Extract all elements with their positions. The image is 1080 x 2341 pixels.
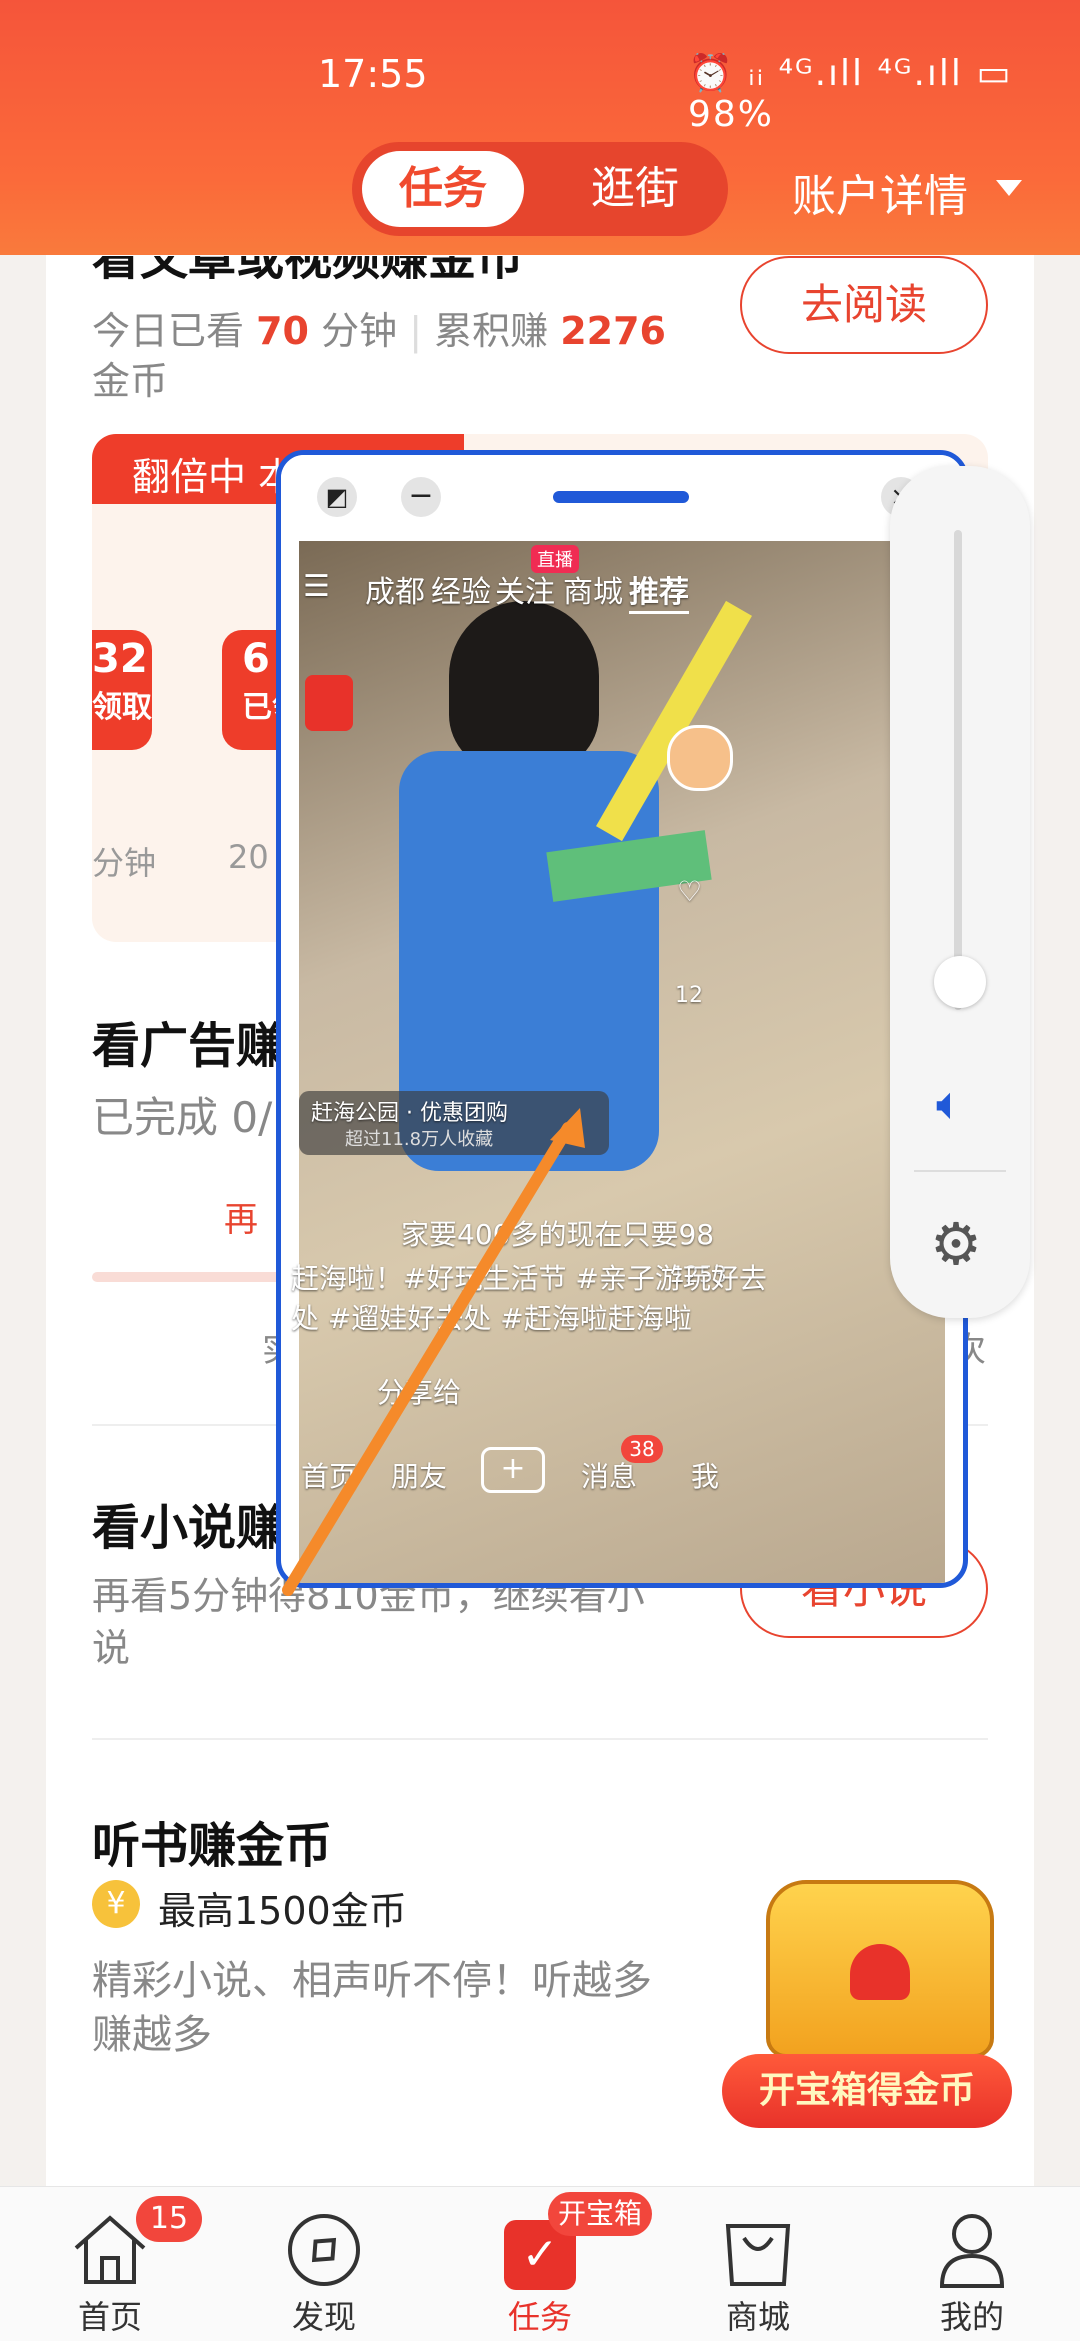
profile-icon[interactable] — [936, 2210, 1008, 2290]
caret-down-icon[interactable] — [996, 180, 1022, 196]
video-tab-follow[interactable]: 关注 — [495, 567, 555, 611]
tab-shopping[interactable]: 逛街 — [560, 151, 710, 227]
tab-task[interactable]: 任务 — [362, 151, 524, 227]
status-indicators: ⏰ ᵢᵢ ⁴ᴳ.ıll ⁴ᴳ.ıll ▭ 98% — [688, 53, 1013, 135]
video-tab-experience[interactable]: 经验 — [431, 567, 491, 611]
open-treasure-button[interactable]: 开宝箱得金币 — [722, 2054, 1012, 2128]
minimize-icon[interactable]: − — [401, 477, 441, 517]
audio-desc: 精彩小说、相声听不停！听越多赚越多 — [92, 1958, 652, 2058]
nav-mall[interactable]: 商城 — [688, 2292, 828, 2338]
treasure-chest-icon[interactable] — [766, 1880, 994, 2058]
video-tab-recommend[interactable]: 推荐 — [629, 567, 689, 614]
volume-slider-thumb[interactable] — [934, 956, 986, 1008]
nav-home[interactable]: 首页 — [40, 2292, 180, 2338]
ads-status: 已完成 0/ — [92, 1093, 273, 1142]
reward-step-2-time: 20 — [228, 838, 269, 876]
divider — [92, 1738, 988, 1740]
shopping-bag-icon[interactable] — [722, 2212, 794, 2288]
like-count: 12 — [675, 983, 703, 1008]
like-icon[interactable]: ♡ — [677, 875, 702, 908]
ads-title: 看广告赚 — [92, 1018, 285, 1074]
drag-handle[interactable] — [553, 491, 689, 503]
menu-icon[interactable]: ☰ — [303, 569, 330, 604]
settings-gear-icon[interactable]: ⚙ — [930, 1210, 982, 1278]
arrow-annotation — [282, 1108, 585, 1596]
video-stick — [596, 600, 752, 842]
reward-step-1-time: 分钟 — [92, 844, 157, 882]
reading-stats-unit: 金币 — [92, 359, 169, 403]
status-time: 17:55 — [318, 52, 428, 96]
compass-icon[interactable] — [286, 2212, 362, 2288]
message-badge: 38 — [621, 1435, 663, 1463]
novel-title: 看小说赚 — [92, 1500, 285, 1556]
red-packet-icon[interactable] — [305, 675, 353, 731]
video-tab-mall[interactable]: 商城 — [563, 567, 623, 611]
audio-max-reward: 最高1500金币 — [158, 1889, 407, 1933]
video-figure-head — [449, 601, 599, 771]
resize-icon[interactable]: ◩ — [317, 477, 357, 517]
reward-step-1[interactable]: 32 领取 — [92, 630, 152, 750]
nav-discover[interactable]: 发现 — [254, 2292, 394, 2338]
go-read-button[interactable]: 去阅读 — [740, 256, 988, 354]
volume-slider-track[interactable] — [954, 530, 962, 1010]
author-avatar[interactable] — [667, 725, 733, 791]
video-nav-me[interactable]: 我 — [691, 1455, 719, 1495]
nav-profile[interactable]: 我的 — [902, 2292, 1042, 2338]
panel-divider — [914, 1170, 1006, 1172]
reading-stats: 今日已看 70 分钟 | 累积赚 2276 — [92, 309, 666, 353]
task-badge: 开宝箱 — [548, 2192, 652, 2236]
nav-task[interactable]: 任务 — [470, 2292, 610, 2338]
heart-icon — [850, 1944, 910, 2000]
video-tab-chengdu[interactable]: 成都 — [365, 567, 425, 611]
home-badge: 15 — [136, 2196, 202, 2242]
double-banner-label: 翻倍中 本 — [132, 455, 297, 499]
account-detail-menu[interactable]: 账户详情 — [792, 160, 968, 224]
ads-hint: 再 — [224, 1200, 258, 1240]
volume-icon[interactable]: 🔈︎ — [936, 1076, 964, 1132]
coin-icon: ¥ — [92, 1880, 140, 1928]
audio-title: 听书赚金币 — [92, 1818, 333, 1874]
